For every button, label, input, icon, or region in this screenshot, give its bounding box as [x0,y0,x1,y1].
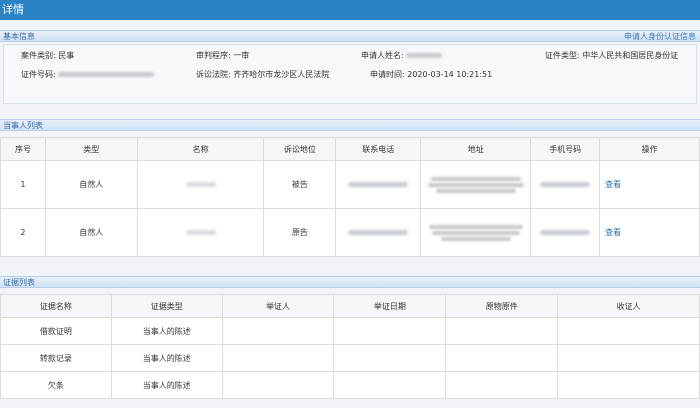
apply-time-field: 申请时间: 2020-03-14 10:21:51 [370,70,493,79]
col-header: 序号 [0,137,46,161]
id-number-redacted [58,72,155,77]
address-cell [420,160,532,209]
action-cell: 查看 [599,208,700,257]
parties-title: 当事人列表 [3,121,43,130]
id-number-field: 证件号码: [21,69,155,80]
row-index: 1 [0,160,46,209]
apply-time-value: 2020-03-14 10:21:51 [407,70,493,79]
evidence-name: 欠条 [0,371,112,399]
view-link[interactable]: 查看 [605,228,621,237]
case-type-value: 民事 [58,51,75,60]
mobile-cell [530,208,601,257]
basic-info-header: 基本信息 申请人身份认证信息 [0,30,700,42]
evidence-table: 证据名称 证据类型 举证人 举证日期 原物原件 收证人 借款证明 当事人的陈述 … [0,294,700,399]
col-header: 地址 [420,137,532,161]
col-header: 类型 [44,137,138,161]
party-role: 原告 [263,208,337,257]
evidence-type: 当事人的陈述 [110,317,223,345]
evidence-name: 借款证明 [0,317,112,345]
table-row: 2 自然人 原告 查看 [0,208,700,257]
basic-info-title: 基本信息 [3,32,35,41]
trial-procedure-field: 审判程序: 一审 [196,51,250,60]
parties-table: 序号 类型 名称 诉讼地位 联系电话 地址 手机号码 操作 1 自然人 被告 查… [0,137,700,257]
party-name-redacted [185,182,216,187]
party-name-cell [136,208,265,257]
court-value: 齐齐哈尔市龙沙区人民法院 [233,70,330,79]
col-header: 手机号码 [530,137,601,161]
party-name-redacted [185,230,216,235]
mobile-redacted [540,182,591,187]
col-header: 收证人 [557,294,700,318]
party-type: 自然人 [44,160,138,209]
party-name-cell [136,160,265,209]
case-type-field: 案件类别: 民事 [21,51,75,60]
identity-auth-link[interactable]: 申请人身份认证信息 [624,31,696,43]
phone-redacted [348,182,409,187]
applicant-name-redacted [406,53,443,58]
col-header: 诉讼地位 [263,137,337,161]
party-role: 被告 [263,160,337,209]
col-header: 证据名称 [0,294,112,318]
evidence-name: 转款记录 [0,344,112,372]
table-row: 欠条 当事人的陈述 [0,371,700,399]
phone-cell [335,208,422,257]
phone-cell [335,160,422,209]
trial-procedure-value: 一审 [233,51,250,60]
phone-redacted [348,230,409,235]
col-header: 举证人 [221,294,335,318]
evidence-type: 当事人的陈述 [110,371,223,399]
table-row: 借款证明 当事人的陈述 [0,317,700,345]
col-header: 操作 [599,137,700,161]
action-cell: 查看 [599,160,700,209]
col-header: 联系电话 [335,137,422,161]
window-title: 详情 [0,0,700,20]
parties-header-row: 序号 类型 名称 诉讼地位 联系电话 地址 手机号码 操作 [0,137,700,161]
address-cell [420,208,532,257]
table-row: 转款记录 当事人的陈述 [0,344,700,372]
court-field: 诉讼法院: 齐齐哈尔市龙沙区人民法院 [196,70,330,79]
evidence-type: 当事人的陈述 [110,344,223,372]
col-header: 名称 [136,137,265,161]
evidence-header-row: 证据名称 证据类型 举证人 举证日期 原物原件 收证人 [0,294,700,318]
party-type: 自然人 [44,208,138,257]
evidence-title: 证据列表 [3,278,35,287]
mobile-cell [530,160,601,209]
row-index: 2 [0,208,46,257]
applicant-name-field: 申请人姓名: [361,50,443,61]
col-header: 原物原件 [445,294,559,318]
col-header: 证据类型 [110,294,223,318]
id-type-value: 中华人民共和国居民身份证 [582,51,679,60]
view-link[interactable]: 查看 [605,180,621,189]
col-header: 举证日期 [333,294,447,318]
mobile-redacted [540,230,591,235]
evidence-header: 证据列表 [0,276,700,288]
id-type-field: 证件类型: 中华人民共和国居民身份证 [545,51,679,60]
parties-header: 当事人列表 [0,119,700,131]
table-row: 1 自然人 被告 查看 [0,160,700,209]
